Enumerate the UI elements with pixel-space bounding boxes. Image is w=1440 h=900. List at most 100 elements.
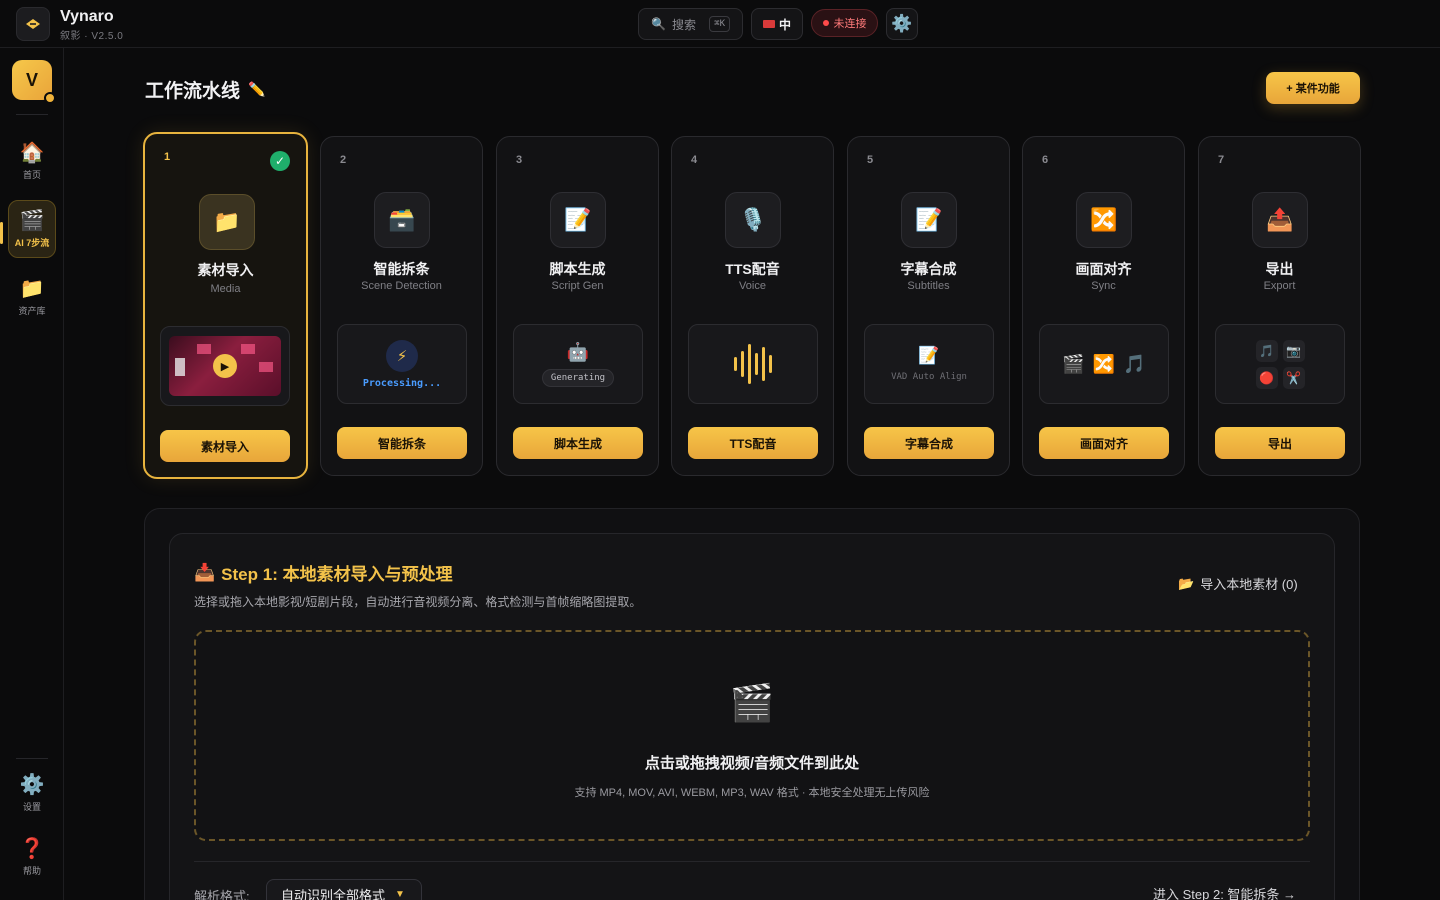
folder-icon: 📁 — [19, 277, 45, 300]
clapperboard-icon: 🎬 — [729, 682, 775, 723]
add-feature-button[interactable]: + 某件功能 — [1266, 72, 1360, 104]
sidebar-item-label: AI 7步流 — [14, 237, 50, 248]
step-card-sync[interactable]: 6 🔀 画面对齐 Sync 🎬 🔀 🎵 画面对齐 — [1022, 136, 1185, 476]
gear-icon: ⚙️ — [891, 14, 913, 33]
connection-status-label: 未连接 — [833, 18, 867, 30]
step-number: 5 — [867, 154, 874, 166]
dropzone-title: 点击或拖拽视频/音频文件到此处 — [644, 755, 860, 772]
music-note-icon: 🎵 — [1123, 353, 1146, 374]
lightning-icon: ⚡ — [386, 339, 418, 372]
play-icon[interactable]: ▶ — [213, 354, 237, 378]
import-link-label: 导入本地素材 (0) — [1200, 577, 1298, 592]
step-number: 4 — [691, 154, 698, 166]
memo-icon: 📝 — [918, 346, 940, 365]
panel-title: 📥 Step 1: 本地素材导入与预处理 — [194, 560, 453, 585]
camera-icon: 📷 — [1282, 339, 1305, 362]
app-name: Vynaro — [60, 8, 114, 25]
app-version: 叙影 · V2.5.0 — [60, 31, 124, 42]
step-action-button[interactable]: 素材导入 — [160, 430, 290, 462]
sidebar-divider — [16, 758, 48, 759]
sidebar-item-ai-workflow[interactable]: 🎬 AI 7步流 — [8, 200, 56, 258]
sidebar-item-label: 资产库 — [18, 305, 46, 316]
chevron-down-icon: ▼ — [395, 888, 405, 900]
app-root: Vynaro 叙影 · V2.5.0 🔍 搜索 ⌘K 中 未连接 ⚙️ V 🏠 … — [0, 0, 1440, 900]
step-preview: 🎬 🔀 🎵 — [1039, 324, 1169, 404]
step-title: 脚本生成 — [549, 261, 606, 277]
status-dot-icon — [822, 20, 829, 26]
sidebar: V 🏠 首页 🎬 AI 7步流 📁 资产库 ⚙️ 设置 ❓ 帮助 — [0, 48, 64, 900]
sidebar-divider — [16, 114, 48, 115]
step-card-subtitles[interactable]: 5 📝 字幕合成 Subtitles 📝 VAD Auto Align 字幕合成 — [847, 136, 1010, 476]
gear-icon: ⚙️ — [19, 773, 45, 796]
panel-title-text: Step 1: 本地素材导入与预处理 — [221, 565, 453, 584]
app-logo-icon[interactable] — [16, 7, 50, 41]
step-title: TTS配音 — [725, 261, 780, 277]
dropzone-subtitle: 支持 MP4, MOV, AVI, WEBM, MP3, WAV 格式 · 本地… — [574, 787, 930, 799]
sidebar-item-home[interactable]: 🏠 首页 — [8, 132, 56, 190]
top-bar: Vynaro 叙影 · V2.5.0 🔍 搜索 ⌘K 中 未连接 ⚙️ — [0, 0, 1440, 48]
step-action-button[interactable]: 画面对齐 — [1039, 427, 1169, 459]
memo-icon: 📝 — [901, 192, 957, 248]
step-number: 6 — [1042, 154, 1049, 166]
step-number: 1 — [164, 151, 171, 163]
folder-icon: 📁 — [199, 194, 255, 250]
sidebar-item-help[interactable]: ❓ 帮助 — [8, 828, 56, 886]
sidebar-item-assets[interactable]: 📁 资产库 — [8, 268, 56, 326]
step-preview — [688, 324, 818, 404]
sidebar-item-label: 帮助 — [22, 865, 41, 876]
vad-status: VAD Auto Align — [891, 372, 967, 382]
page-title: 工作流水线 ✏️ — [145, 76, 265, 103]
step-subtitle: Scene Detection — [361, 280, 442, 292]
connection-status-badge[interactable]: 未连接 — [811, 9, 878, 37]
video-thumbnail[interactable]: ▶ — [169, 336, 281, 396]
search-icon: 🔍 — [651, 17, 666, 31]
import-local-media-button[interactable]: 📂 导入本地素材 (0) — [1178, 574, 1298, 593]
avatar-status-dot — [44, 92, 56, 104]
sidebar-item-settings[interactable]: ⚙️ 设置 — [8, 764, 56, 822]
next-step-link[interactable]: 进入 Step 2: 智能拆条 → — [1153, 884, 1296, 900]
search-box[interactable]: 🔍 搜索 ⌘K — [638, 8, 743, 40]
language-label: 中 — [778, 17, 791, 32]
home-icon: 🏠 — [19, 141, 45, 164]
step-number: 3 — [516, 154, 523, 166]
step-preview: 📝 VAD Auto Align — [864, 324, 994, 404]
step-card-scene-detection[interactable]: 2 🗃️ 智能拆条 Scene Detection ⚡ Processing..… — [320, 136, 483, 476]
step-preview: ⚡ Processing... — [337, 324, 467, 404]
generating-status: Generating — [541, 368, 615, 387]
panel-description: 选择或拖入本地影视/短剧片段，自动进行音视频分离、格式检测与首帧缩略图提取。 — [194, 595, 642, 609]
step-action-button[interactable]: 脚本生成 — [513, 427, 643, 459]
memo-icon: 📝 — [550, 192, 606, 248]
panel-divider — [194, 861, 1310, 862]
step-card-script-gen[interactable]: 3 📝 脚本生成 Script Gen 🤖 Generating 脚本生成 — [496, 136, 659, 476]
step-title: 智能拆条 — [373, 261, 430, 277]
sidebar-item-label: 设置 — [22, 801, 41, 812]
format-select-value: 自动识别全部格式 — [281, 887, 386, 900]
step-action-button[interactable]: TTS配音 — [688, 427, 818, 459]
folder-icon: 📂 — [1178, 575, 1195, 591]
settings-button[interactable]: ⚙️ — [886, 8, 918, 40]
step-subtitle: Media — [210, 283, 241, 295]
page-title-text: 工作流水线 — [145, 81, 241, 102]
language-switcher[interactable]: 中 — [751, 8, 803, 40]
step-title: 画面对齐 — [1075, 261, 1132, 277]
clapperboard-icon: 🎬 — [19, 209, 45, 232]
step-action-button[interactable]: 导出 — [1215, 427, 1345, 459]
scissors-icon: ✂️ — [1282, 366, 1305, 389]
microphone-icon: 🎙️ — [725, 192, 781, 248]
inbox-icon: 📥 — [194, 562, 216, 582]
step-card-media[interactable]: 1 ✓ 📁 素材导入 Media ▶ 素材导入 — [143, 132, 308, 479]
active-indicator — [0, 222, 3, 244]
step-card-voice[interactable]: 4 🎙️ TTS配音 Voice TTS配音 — [671, 136, 834, 476]
pencil-icon[interactable]: ✏️ — [248, 81, 265, 98]
step-card-export[interactable]: 7 📤 导出 Export 🎵 📷 🔴 ✂️ 导出 — [1198, 136, 1361, 476]
format-select[interactable]: 自动识别全部格式 ▼ — [266, 879, 422, 900]
step-preview: 🤖 Generating — [513, 324, 643, 404]
step-action-button[interactable]: 智能拆条 — [337, 427, 467, 459]
waveform-icon — [734, 344, 772, 384]
help-icon: ❓ — [19, 837, 45, 860]
step-preview: 🎵 📷 🔴 ✂️ — [1215, 324, 1345, 404]
file-dropzone[interactable]: 🎬 点击或拖拽视频/音频文件到此处 支持 MP4, MOV, AVI, WEBM… — [194, 630, 1310, 841]
step-action-button[interactable]: 字幕合成 — [864, 427, 994, 459]
robot-icon: 🤖 — [566, 341, 590, 362]
step-number: 2 — [340, 154, 347, 166]
